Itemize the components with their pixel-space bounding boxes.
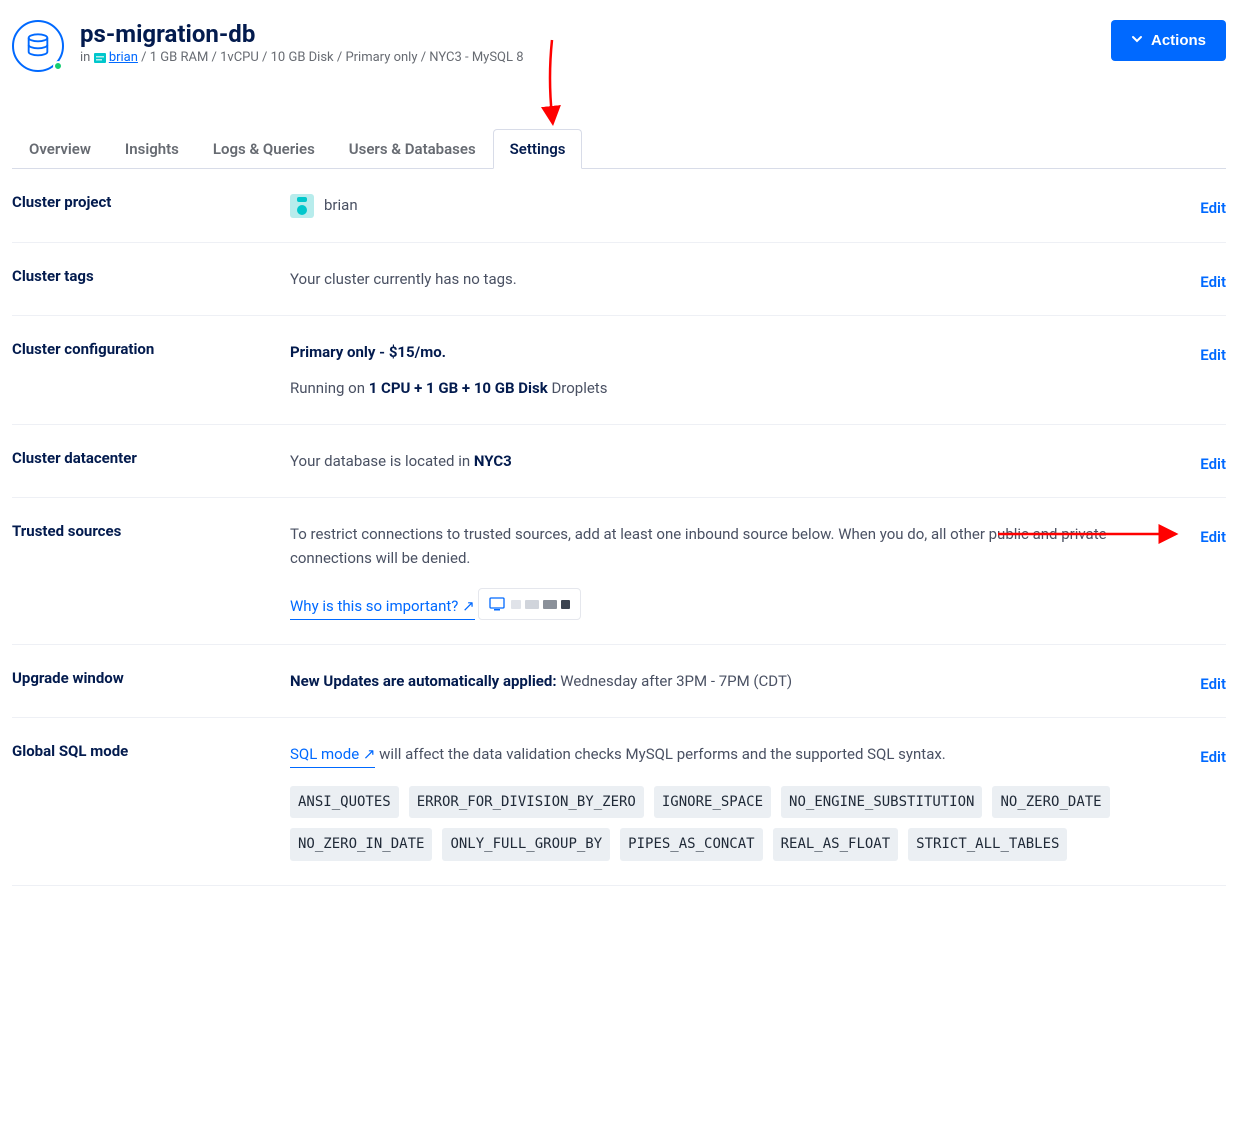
tab-overview[interactable]: Overview	[12, 129, 108, 169]
sql-mode-tag: ANSI_QUOTES	[290, 786, 399, 818]
section-label: Trusted sources	[12, 522, 290, 620]
section-content: Your database is located in NYC3	[290, 449, 1226, 473]
sql-mode-tag: PIPES_AS_CONCAT	[620, 828, 762, 860]
project-link[interactable]: brian	[109, 50, 138, 65]
edit-link[interactable]: Edit	[1200, 199, 1226, 217]
status-dot	[53, 61, 63, 71]
edit-link[interactable]: Edit	[1200, 528, 1226, 546]
database-icon	[12, 20, 64, 72]
section-cluster-project: Cluster project brian Edit	[12, 169, 1226, 243]
edit-link[interactable]: Edit	[1200, 346, 1226, 364]
section-content: New Updates are automatically applied: W…	[290, 669, 1226, 693]
trusted-source-item[interactable]	[478, 588, 581, 620]
sql-mode-tags: ANSI_QUOTES ERROR_FOR_DIVISION_BY_ZERO IGN…	[290, 786, 1146, 861]
sql-mode-tag: ERROR_FOR_DIVISION_BY_ZERO	[409, 786, 644, 818]
why-important-link[interactable]: Why is this so important? ↗	[290, 594, 475, 620]
sql-mode-tag: NO_ZERO_IN_DATE	[290, 828, 432, 860]
edit-link[interactable]: Edit	[1200, 748, 1226, 766]
page-header: ps-migration-db in brian / 1 GB RAM / 1v…	[12, 12, 1226, 88]
sql-mode-tag: REAL_AS_FLOAT	[773, 828, 899, 860]
sql-mode-tag: NO_ZERO_DATE	[992, 786, 1109, 818]
edit-link[interactable]: Edit	[1200, 455, 1226, 473]
section-cluster-configuration: Cluster configuration Primary only - $15…	[12, 316, 1226, 425]
tab-users-databases[interactable]: Users & Databases	[332, 129, 493, 169]
section-label: Cluster configuration	[12, 340, 290, 400]
section-cluster-datacenter: Cluster datacenter Your database is loca…	[12, 425, 1226, 498]
project-icon	[290, 194, 314, 218]
tabs: Overview Insights Logs & Queries Users &…	[12, 128, 1226, 169]
sql-mode-tag: ONLY_FULL_GROUP_BY	[442, 828, 610, 860]
actions-button[interactable]: Actions	[1111, 20, 1226, 61]
section-label: Cluster tags	[12, 267, 290, 291]
section-label: Upgrade window	[12, 669, 290, 693]
section-label: Cluster datacenter	[12, 449, 290, 473]
db-subtitle: in brian / 1 GB RAM / 1vCPU / 10 GB Disk…	[80, 50, 524, 65]
db-title: ps-migration-db	[80, 20, 524, 48]
sql-mode-tag: NO_ENGINE_SUBSTITUTION	[781, 786, 982, 818]
sql-mode-tag: IGNORE_SPACE	[654, 786, 771, 818]
edit-link[interactable]: Edit	[1200, 273, 1226, 291]
section-global-sql-mode: Global SQL mode SQL mode ↗ will affect t…	[12, 718, 1226, 886]
droplet-icon	[489, 597, 505, 611]
sql-mode-link[interactable]: SQL mode ↗	[290, 742, 375, 768]
tab-logs-queries[interactable]: Logs & Queries	[196, 129, 332, 169]
section-content: brian	[290, 193, 1226, 218]
tab-settings[interactable]: Settings	[493, 129, 583, 169]
edit-link[interactable]: Edit	[1200, 675, 1226, 693]
section-content: To restrict connections to trusted sourc…	[290, 522, 1226, 620]
section-trusted-sources: Trusted sources To restrict connections …	[12, 498, 1226, 645]
section-cluster-tags: Cluster tags Your cluster currently has …	[12, 243, 1226, 316]
section-content: Your cluster currently has no tags.	[290, 267, 1226, 291]
section-label: Cluster project	[12, 193, 290, 218]
header-left: ps-migration-db in brian / 1 GB RAM / 1v…	[12, 20, 524, 72]
sql-mode-tag: STRICT_ALL_TABLES	[908, 828, 1067, 860]
section-upgrade-window: Upgrade window New Updates are automatic…	[12, 645, 1226, 718]
section-label: Global SQL mode	[12, 742, 290, 861]
section-content: SQL mode ↗ will affect the data validati…	[290, 742, 1226, 861]
section-content: Primary only - $15/mo. Running on 1 CPU …	[290, 340, 1226, 400]
chevron-down-icon	[1131, 32, 1143, 49]
tab-insights[interactable]: Insights	[108, 129, 196, 169]
